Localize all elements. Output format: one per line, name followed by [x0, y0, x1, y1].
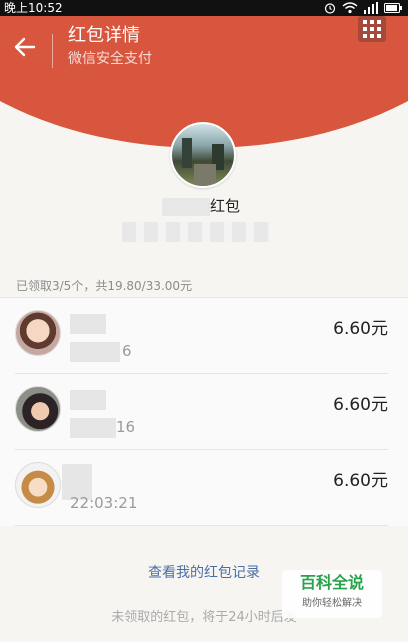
claim-amount: 6.60元: [333, 395, 388, 415]
status-time: 晚上10:52: [4, 1, 63, 15]
avatar[interactable]: [15, 386, 61, 432]
list-item[interactable]: 22:03:21 6.60元: [0, 450, 408, 526]
name-redacted: [70, 314, 106, 334]
list-item[interactable]: 6 6.60元: [0, 298, 408, 374]
watermark-title: 百科全说: [299, 573, 364, 592]
alarm-icon: [324, 3, 336, 14]
claim-amount: 6.60元: [333, 319, 388, 339]
time-redacted: [70, 418, 116, 438]
sender-name-suffix: 红包: [210, 197, 241, 215]
signal-icon: [364, 2, 378, 14]
watermark-subtitle: 助你轻松解决: [302, 598, 362, 609]
claim-summary: 已领取3/5个，共19.80/33.00元: [0, 274, 408, 298]
claim-time: 16: [116, 418, 136, 436]
name-redacted: [70, 390, 106, 410]
avatar[interactable]: [15, 462, 61, 508]
grid-menu-icon[interactable]: [358, 16, 386, 42]
wifi-icon: [342, 2, 358, 14]
sender-greeting-redacted: [122, 222, 270, 242]
divider: [15, 525, 388, 526]
page-subtitle: 微信安全支付: [68, 51, 152, 67]
status-bar: 晚上10:52: [0, 0, 408, 16]
claims-list: 6 6.60元 16 6.60元 22:03:21 6.60元: [0, 298, 408, 526]
claim-amount: 6.60元: [333, 471, 388, 491]
page-title: 红包详情: [68, 25, 140, 46]
watermark-logo: 百科全说 助你轻松解决: [282, 570, 382, 618]
sender-name: 红包: [162, 196, 240, 216]
status-icons: [324, 0, 402, 16]
time-redacted: [70, 342, 120, 362]
battery-icon: [384, 3, 402, 13]
claim-time: 6: [122, 342, 132, 360]
sender-avatar[interactable]: [170, 122, 236, 188]
back-arrow-icon[interactable]: [12, 34, 38, 60]
sender-name-redacted: [162, 197, 210, 216]
list-item[interactable]: 16 6.60元: [0, 374, 408, 450]
claim-time: 22:03:21: [70, 494, 138, 512]
avatar[interactable]: [15, 310, 61, 356]
header-divider: [52, 34, 53, 68]
